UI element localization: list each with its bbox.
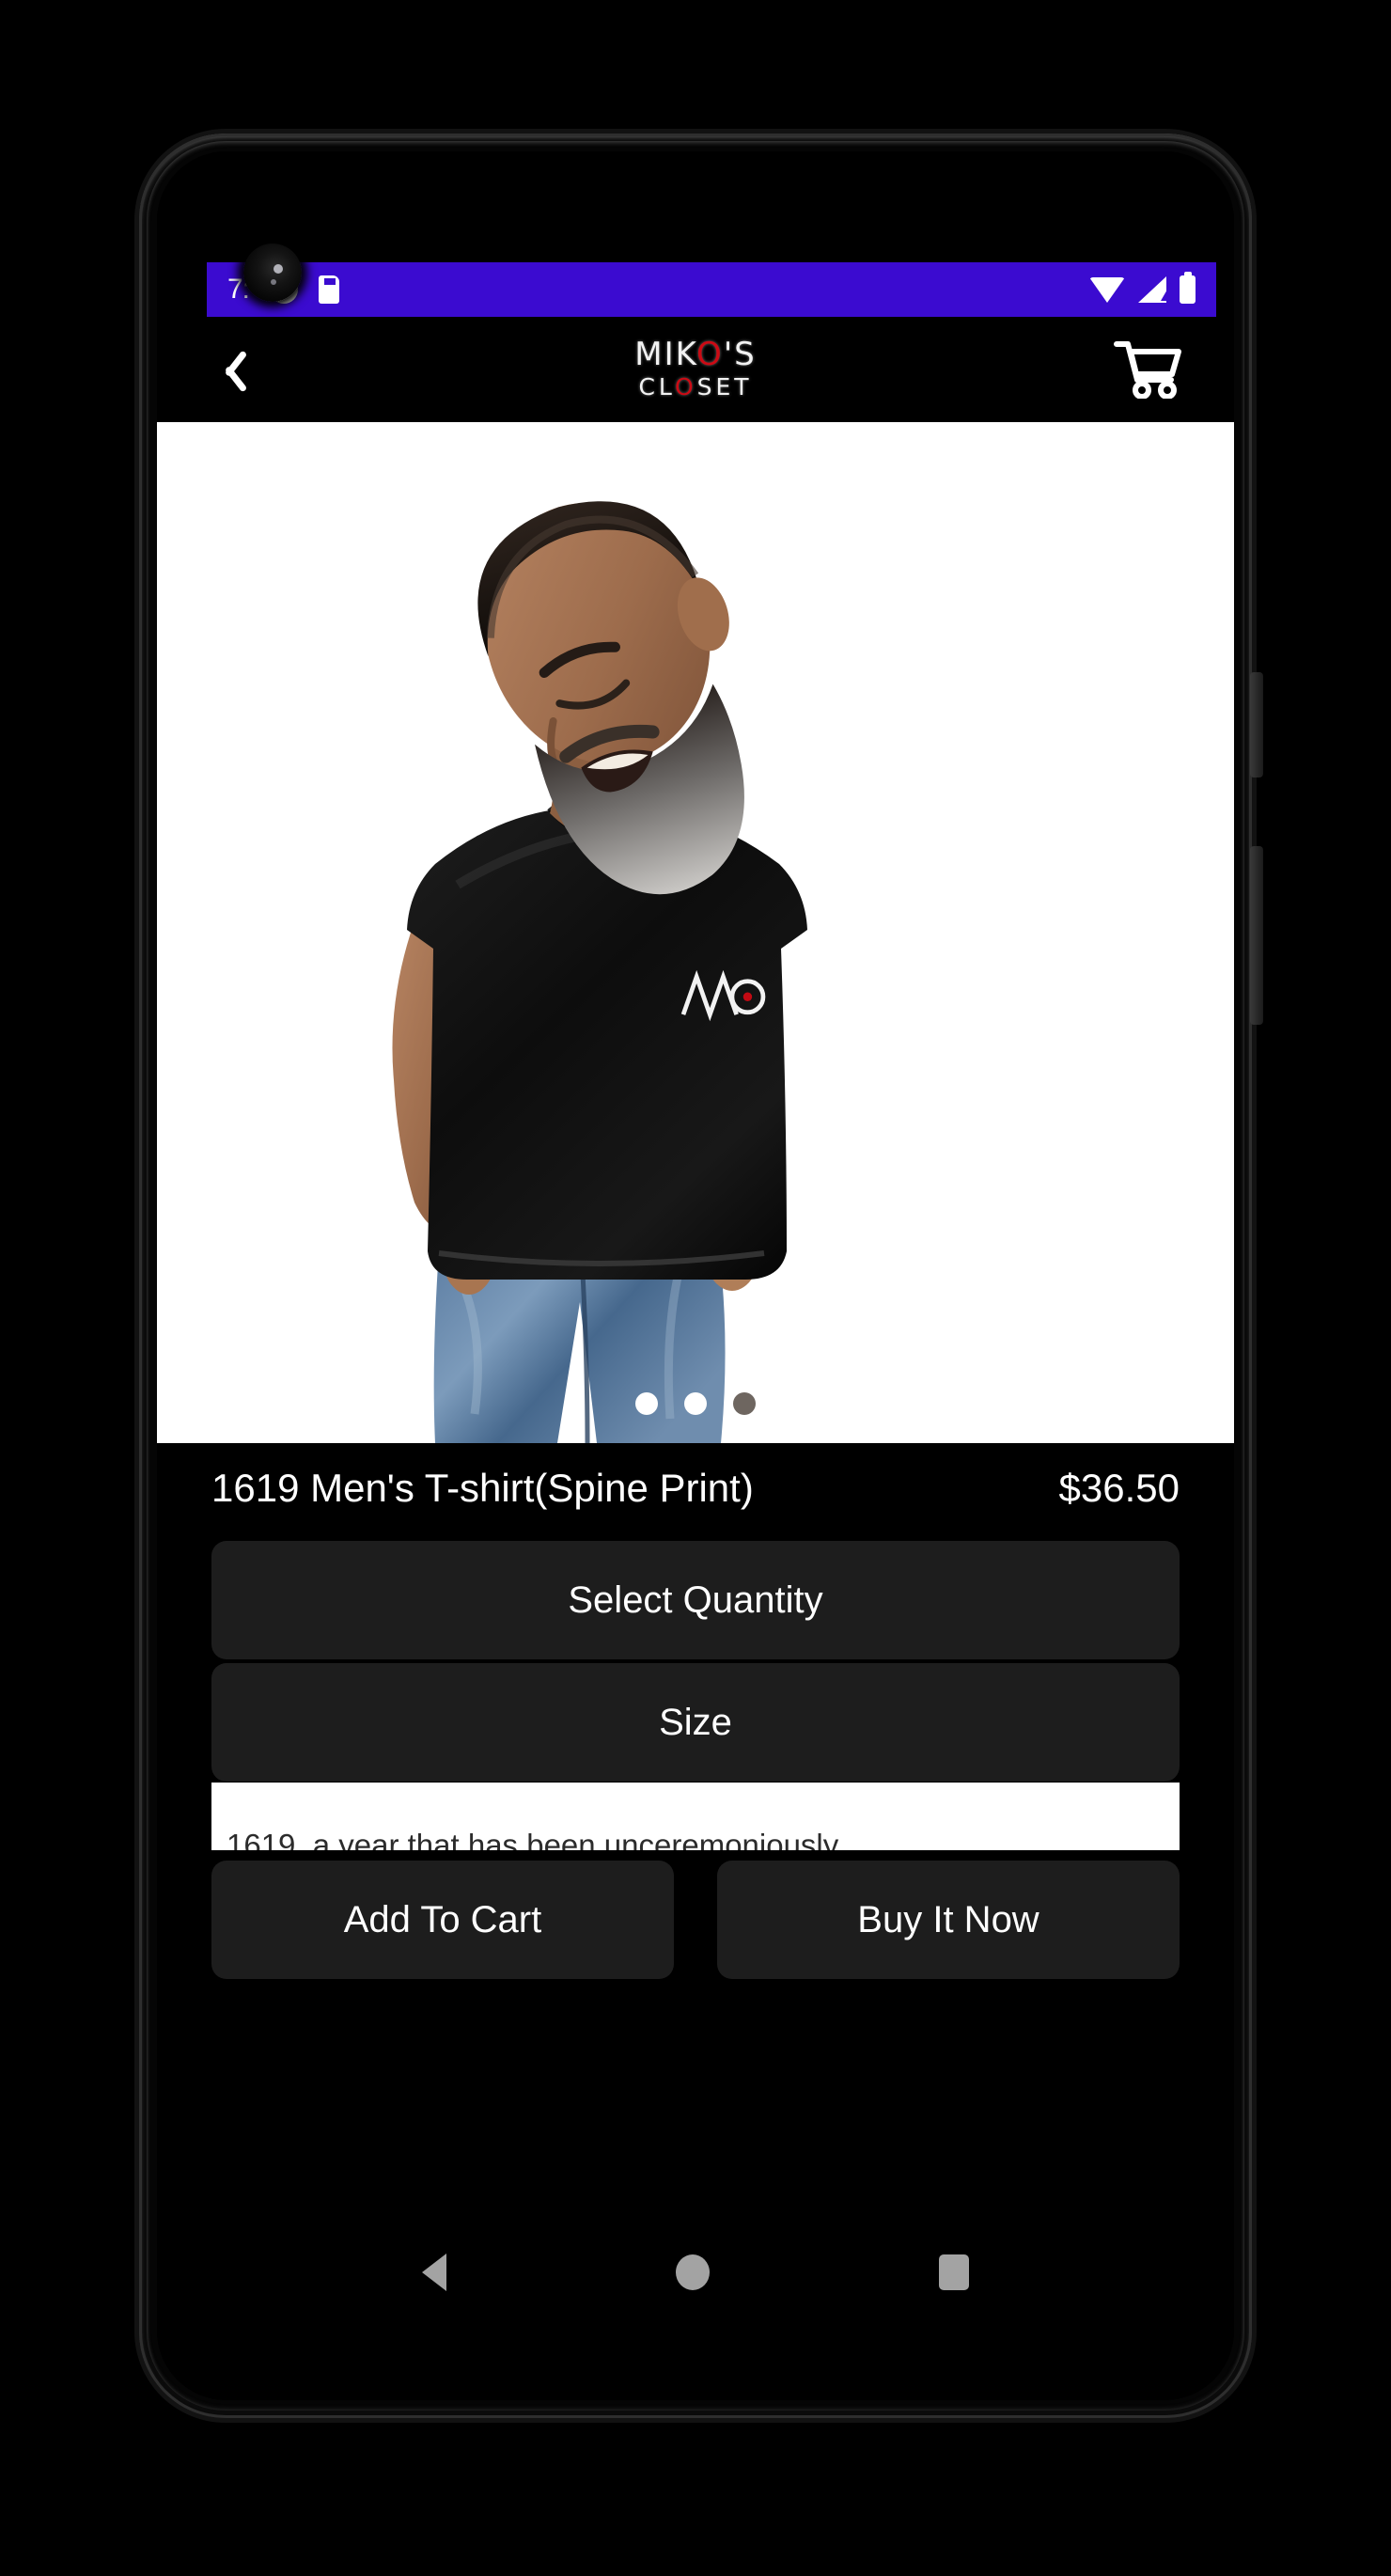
front-camera-punch-hole <box>243 243 302 302</box>
power-button[interactable] <box>1250 672 1263 778</box>
brand-logo-secondary: CLOSET <box>157 375 1234 399</box>
screenshot-stage: 7: MIKO'S CLOSET 1619 Men's T-shirt(Spin… <box>0 0 1391 2576</box>
brand-logo-primary-post: 'S <box>723 336 757 373</box>
brand-logo-primary-dot: O <box>696 336 724 373</box>
app-header: MIKO'S CLOSET <box>157 317 1234 420</box>
product-price: $36.50 <box>1058 1466 1180 1510</box>
buy-it-now-button[interactable]: Buy It Now <box>717 1861 1180 1979</box>
signal-icon <box>1138 276 1171 303</box>
product-description-panel[interactable]: 1619, a year that has been unceremonious… <box>211 1783 1180 1850</box>
select-quantity-button[interactable]: Select Quantity <box>211 1541 1180 1659</box>
select-size-label: Size <box>659 1701 732 1743</box>
brand-logo: MIKO'S CLOSET <box>157 338 1234 399</box>
product-photo <box>157 422 1234 1443</box>
status-bar-right <box>1089 272 1196 304</box>
brand-logo-secondary-pre: CL <box>638 373 675 401</box>
select-size-button[interactable]: Size <box>211 1663 1180 1782</box>
select-quantity-label: Select Quantity <box>568 1579 823 1621</box>
phone-frame: 7: MIKO'S CLOSET 1619 Men's T-shirt(Spin… <box>139 134 1252 2418</box>
product-title: 1619 Men's T-shirt(Spine Print) <box>211 1466 754 1510</box>
buy-it-now-label: Buy It Now <box>857 1898 1039 1940</box>
action-button-row: Add To Cart Buy It Now <box>211 1861 1180 1979</box>
product-title-row: 1619 Men's T-shirt(Spine Print) $36.50 <box>157 1466 1234 1511</box>
wifi-icon <box>1089 276 1125 303</box>
carousel-dot-3[interactable] <box>733 1392 756 1415</box>
brand-logo-secondary-post: SET <box>696 373 753 401</box>
shopping-cart-icon[interactable] <box>1113 338 1182 400</box>
product-description-text: 1619, a year that has been unceremonious… <box>227 1828 839 1850</box>
carousel-dot-1[interactable] <box>635 1392 658 1415</box>
add-to-cart-label: Add To Cart <box>343 1898 542 1940</box>
back-button[interactable] <box>209 348 250 389</box>
add-to-cart-button[interactable]: Add To Cart <box>211 1861 674 1979</box>
status-bar: 7: <box>207 262 1216 317</box>
brand-logo-secondary-dot: O <box>674 373 697 401</box>
carousel-dot-2[interactable] <box>684 1392 707 1415</box>
phone-screen-area: 7: MIKO'S CLOSET 1619 Men's T-shirt(Spin… <box>157 151 1234 2400</box>
app-screen: 7: MIKO'S CLOSET 1619 Men's T-shirt(Spin… <box>157 151 1234 2400</box>
nav-home-icon[interactable] <box>676 2254 710 2290</box>
brand-logo-primary-pre: MIK <box>634 336 697 373</box>
carousel-dots <box>157 1392 1234 1415</box>
battery-icon <box>1180 272 1196 304</box>
volume-rocker[interactable] <box>1250 846 1263 1025</box>
nav-recents-icon[interactable] <box>939 2254 969 2290</box>
brand-logo-primary: MIKO'S <box>157 338 1234 370</box>
sd-card-icon <box>319 275 340 304</box>
product-image-carousel[interactable] <box>157 422 1234 1443</box>
nav-back-icon[interactable] <box>422 2254 446 2291</box>
android-navigation-bar <box>157 2225 1234 2319</box>
